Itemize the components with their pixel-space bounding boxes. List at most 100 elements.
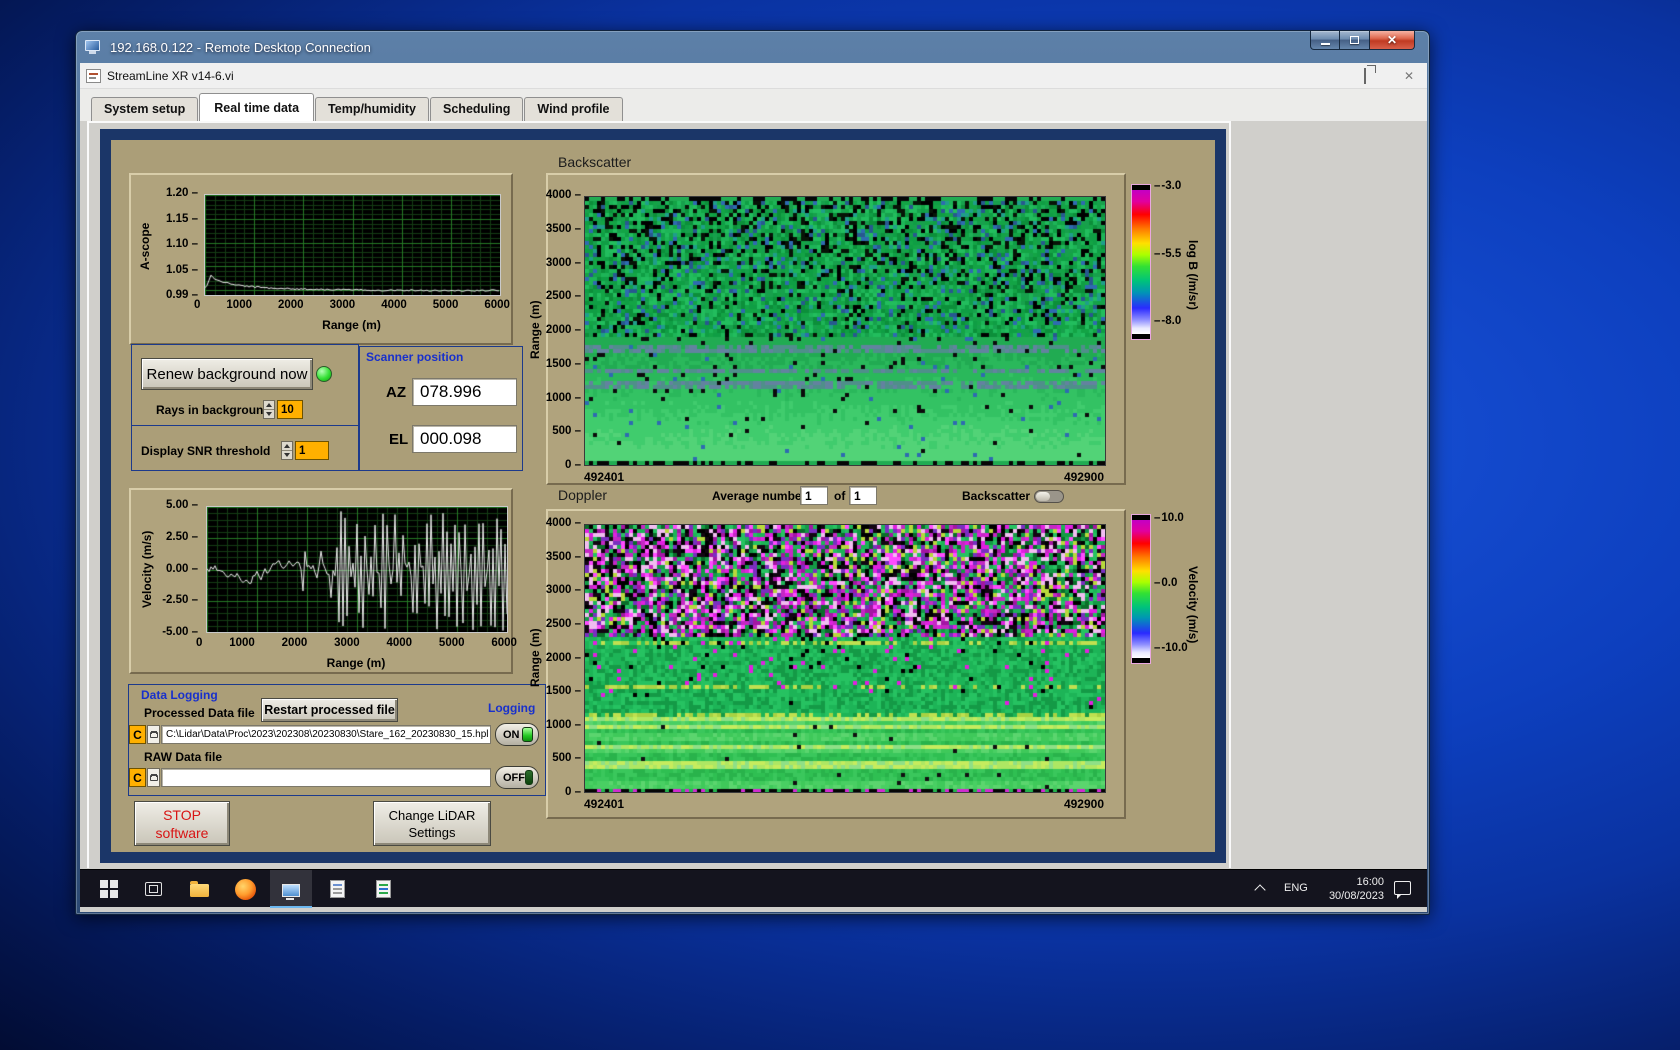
y-tick-label: 4000 xyxy=(546,189,581,201)
clock[interactable]: 16:00 30/08/2023 xyxy=(1318,875,1384,903)
rays-spinner[interactable] xyxy=(263,400,275,419)
action-center-icon[interactable] xyxy=(1394,881,1411,899)
folder-icon xyxy=(149,730,158,738)
processed-path-input[interactable]: C:\Lidar\Data\Proc\2023\202308\20230830\… xyxy=(161,725,491,744)
y-tick-label: 2500 xyxy=(546,290,581,302)
doppler-colorbar xyxy=(1131,514,1151,664)
a-scope-y-ticks: 1.201.151.101.050.99 xyxy=(156,187,198,301)
y-tick-label: 2000 xyxy=(546,324,581,336)
firefox-button[interactable] xyxy=(224,870,266,908)
doppler-y-axis-label: Range (m) xyxy=(528,628,542,688)
maximize-button[interactable] xyxy=(1340,31,1369,50)
minimize-icon xyxy=(1320,42,1330,45)
az-value-field[interactable]: 078.996 xyxy=(412,378,517,406)
colorbar-bottom-cap xyxy=(1132,658,1150,663)
raw-logging-toggle[interactable]: OFF xyxy=(495,766,539,789)
streamline-app-button[interactable] xyxy=(270,870,312,908)
average-number-input[interactable]: 1 xyxy=(800,486,828,505)
change-lidar-settings-button[interactable]: Change LiDAR Settings xyxy=(373,801,491,846)
y-tick-label: -5.00 xyxy=(162,626,198,638)
tab-temp-humidity[interactable]: Temp/humidity xyxy=(315,97,430,121)
start-button[interactable] xyxy=(88,870,130,908)
stop-line2: software xyxy=(155,824,209,841)
x-tick-label: 5000 xyxy=(438,637,465,649)
processed-logging-toggle[interactable]: ON xyxy=(495,723,539,746)
backscatter-colorbar xyxy=(1131,184,1151,340)
tab-scheduling[interactable]: Scheduling xyxy=(430,97,524,121)
average-number-label: Average number xyxy=(712,489,807,503)
change-line2: Settings xyxy=(408,824,456,840)
on-label: ON xyxy=(503,728,520,741)
app-titlebar[interactable]: StreamLine XR v14-6.vi xyxy=(80,63,1427,89)
file-explorer-button[interactable] xyxy=(178,870,220,908)
snr-spinner[interactable] xyxy=(281,441,293,460)
backscatter-title: Backscatter xyxy=(558,154,632,170)
backscatter-cb-tick-max: -3.0 xyxy=(1154,180,1181,192)
remote-desktop-icon xyxy=(85,39,103,55)
doppler-cb-tick-min: -10.0 xyxy=(1154,642,1187,654)
doppler-y-ticks: 4000 3500 3000 2500 2000 1500 1000 500 0 xyxy=(541,517,581,798)
task-view-button[interactable] xyxy=(132,870,174,908)
off-label: OFF xyxy=(503,771,525,784)
snr-value-field[interactable]: 1 xyxy=(295,441,329,460)
backscatter-toggle-label: Backscatter xyxy=(962,489,1031,503)
app-window-icon xyxy=(282,883,300,900)
log-viewer-button[interactable] xyxy=(362,870,404,908)
a-scope-y-axis-label: A-scope xyxy=(138,222,152,270)
language-indicator[interactable]: ENG xyxy=(1284,882,1308,894)
colorbar-gradient xyxy=(1132,190,1150,334)
close-button[interactable]: ✕ xyxy=(1369,31,1415,50)
vi-document-icon xyxy=(86,68,101,83)
tab-wind-profile[interactable]: Wind profile xyxy=(524,97,623,121)
app-restore-button[interactable] xyxy=(1355,68,1375,84)
x-tick-label: 6000 xyxy=(484,299,510,311)
windows-logo-icon xyxy=(100,880,118,898)
raw-data-file-label: RAW Data file xyxy=(144,750,223,764)
y-tick-label: 4000 xyxy=(546,517,581,529)
rdp-titlebar[interactable]: 192.168.0.122 - Remote Desktop Connectio… xyxy=(76,31,1429,63)
stop-software-button[interactable]: STOP software xyxy=(134,801,230,846)
x-tick-label: 3000 xyxy=(334,637,360,649)
processed-drive-box[interactable]: C xyxy=(129,725,146,744)
raw-drive-box[interactable]: C xyxy=(129,768,146,787)
rdp-window-title: 192.168.0.122 - Remote Desktop Connectio… xyxy=(110,39,371,55)
scan-scheduler-button[interactable] xyxy=(316,870,358,908)
raw-browse-button[interactable] xyxy=(147,768,160,787)
average-total-input[interactable]: 1 xyxy=(849,486,877,505)
rays-value-field[interactable]: 10 xyxy=(277,400,303,419)
close-icon: ✕ xyxy=(1386,33,1398,47)
renew-led-indicator xyxy=(316,366,332,382)
y-tick-label: 500 xyxy=(552,752,581,764)
restart-processed-file-button[interactable]: Restart processed file xyxy=(261,698,398,722)
app-close-button[interactable]: ✕ xyxy=(1399,69,1419,83)
remote-session-area: StreamLine XR v14-6.vi ✕ System setup Re… xyxy=(80,63,1427,912)
doppler-cb-tick-max: 10.0 xyxy=(1154,512,1183,524)
renew-background-button[interactable]: Renew background now xyxy=(141,358,313,390)
raw-path-input[interactable] xyxy=(161,768,491,787)
firefox-icon xyxy=(234,878,256,900)
processed-browse-button[interactable] xyxy=(147,725,160,744)
tab-system-setup[interactable]: System setup xyxy=(91,97,199,121)
el-value-field[interactable]: 000.098 xyxy=(412,425,517,453)
decrement-icon xyxy=(284,453,290,457)
increment-icon xyxy=(284,444,290,448)
y-tick-label: 1500 xyxy=(546,358,581,370)
velocity-plot xyxy=(206,506,508,633)
y-tick-label: 1.10 xyxy=(166,238,198,250)
backscatter-display-toggle[interactable] xyxy=(1034,490,1064,503)
y-tick-label: 1.05 xyxy=(166,264,198,276)
minimize-button[interactable] xyxy=(1310,31,1340,50)
colorbar-gradient xyxy=(1132,520,1150,658)
chevron-up-icon[interactable] xyxy=(1254,884,1266,896)
x-tick-label: 3000 xyxy=(329,299,356,311)
tab-real-time-data[interactable]: Real time data xyxy=(199,93,315,121)
y-tick-label: 3000 xyxy=(546,584,581,596)
rays-in-background-label: Rays in background xyxy=(156,403,271,417)
x-tick-label: 0 xyxy=(196,637,203,649)
el-label: EL xyxy=(389,431,409,448)
task-view-icon xyxy=(144,882,162,896)
backscatter-cb-tick-min: -8.0 xyxy=(1154,315,1181,327)
x-tick-label: 2000 xyxy=(281,637,308,649)
a-scope-x-ticks: 0 1000 2000 3000 4000 5000 6000 xyxy=(194,299,510,311)
backscatter-y-ticks: 4000 3500 3000 2500 2000 1500 1000 500 0 xyxy=(541,189,581,471)
